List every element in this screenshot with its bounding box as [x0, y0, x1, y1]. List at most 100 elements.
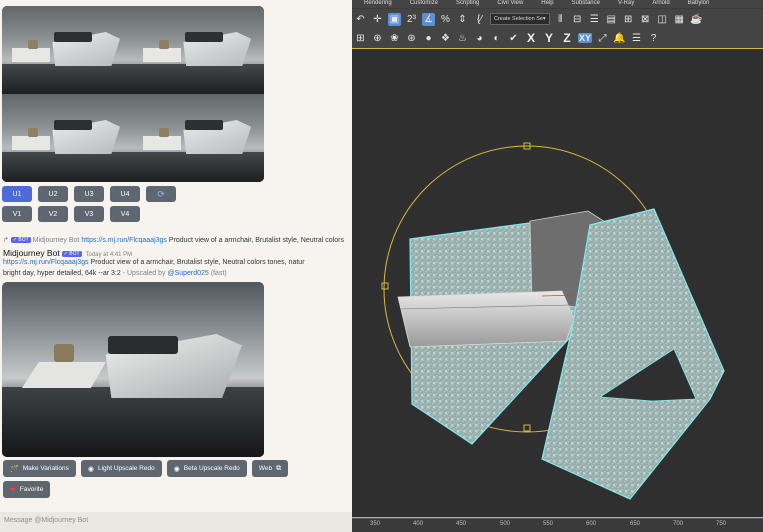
reply-arrow-icon: ↱	[3, 237, 11, 244]
ruler-tick: 700	[673, 521, 684, 527]
beta-upscale-redo-button[interactable]: ◉ Beta Upscale Redo	[166, 460, 247, 477]
bot-badge: ✓ BOT	[10, 237, 31, 243]
gizmo-handle-bottom	[523, 424, 531, 432]
angle-snap-icon[interactable]: ∡	[422, 12, 435, 26]
axis-z-button[interactable]: Z	[560, 31, 574, 45]
align-icon[interactable]: ⊟	[571, 13, 584, 26]
reroll-button[interactable]: ⟳	[146, 186, 176, 202]
object-paint-icon[interactable]: ●	[422, 32, 435, 45]
menu-customize[interactable]: Customize	[410, 0, 438, 8]
v4-button[interactable]: V4	[110, 206, 140, 222]
prompt-link[interactable]: https://s.mj.run/Flcqaaaj3gs	[3, 259, 89, 266]
move-icon[interactable]: ✛	[371, 13, 384, 26]
freeform-icon[interactable]: ❀	[388, 32, 401, 45]
ruler-tick: 350	[370, 521, 381, 527]
timestamp: Today at 4:41 PM	[85, 252, 133, 258]
scene-explorer-icon[interactable]: ☰	[588, 13, 601, 26]
light-upscale-label: Light Upscale Redo	[97, 465, 155, 472]
grid-image-2	[133, 6, 264, 94]
perspective-viewport[interactable]	[352, 48, 763, 518]
menu-substance[interactable]: Substance	[572, 0, 600, 8]
favorite-row: ❤ Favorite	[3, 481, 51, 498]
vray-icon[interactable]: ◕	[473, 32, 486, 45]
mirror-icon[interactable]: ⫴	[554, 13, 567, 26]
render-setup-icon[interactable]: ▦	[673, 13, 686, 26]
ref-link[interactable]: https://s.mj.run/Flcqaaaj3gs	[81, 237, 167, 244]
time-ruler[interactable]: 350 400 450 500 550 600 650 700 750	[352, 518, 763, 532]
menu-help[interactable]: Help	[541, 0, 553, 8]
message-input[interactable]: Message @Midjourney Bot	[0, 512, 352, 532]
reply-reference[interactable]: ↱ ✓ BOT Midjourney Bot https://s.mj.run/F…	[3, 236, 344, 244]
menu-arnold[interactable]: Arnold	[652, 0, 669, 8]
vray-check-icon[interactable]: ✔	[507, 32, 520, 45]
teapot-icon[interactable]: ♨	[456, 32, 469, 45]
v3-button[interactable]: V3	[74, 206, 104, 222]
gizmo-handle-left	[381, 282, 389, 290]
u3-button[interactable]: U3	[74, 186, 104, 202]
menu-vray[interactable]: V-Ray	[618, 0, 634, 8]
heart-icon: ❤	[10, 486, 16, 494]
author-bot-badge: ✓ BOT	[61, 251, 82, 257]
favorite-button[interactable]: ❤ Favorite	[3, 481, 51, 498]
schematic-icon[interactable]: ⊠	[639, 13, 652, 26]
snap-icon[interactable]: 2³	[405, 13, 418, 26]
message-line-2: bright day, hyper detailed, 64k --ar 3:2…	[3, 270, 227, 277]
discord-panel: U1 U2 U3 U4 ⟳ V1 V2 V3 V4 ↱ ✓ BOT Midjour…	[0, 0, 352, 532]
axis-x-button[interactable]: X	[524, 31, 538, 45]
ruler-tick: 550	[543, 521, 554, 527]
ref-bot-name: Midjourney Bot	[32, 237, 80, 244]
action-row: 🪄 Make Variations ◉ Light Upscale Redo ◉ Be…	[3, 460, 289, 477]
curve-editor-icon[interactable]: ⊞	[622, 13, 635, 26]
light-icon[interactable]: 🔔	[613, 32, 626, 45]
menu-rendering[interactable]: Rendering	[364, 0, 392, 8]
menu-scripting[interactable]: Scripting	[456, 0, 479, 8]
graphite-icon[interactable]: ⊞	[354, 32, 367, 45]
variation-row: V1 V2 V3 V4	[2, 206, 140, 222]
spinner-snap-icon[interactable]: ⇕	[456, 13, 469, 26]
upscaled-image[interactable]	[2, 282, 264, 457]
select-object-icon[interactable]: ▣	[388, 12, 401, 26]
user-mention[interactable]: @Superd025	[167, 270, 208, 277]
menu-bar: Rendering Customize Scripting Civil View…	[352, 0, 763, 8]
3ds-max-window: Rendering Customize Scripting Civil View…	[352, 0, 763, 532]
selection-set-label: Create Selection Se	[494, 16, 543, 22]
u2-button[interactable]: U2	[38, 186, 68, 202]
render-icon[interactable]: ☕	[690, 13, 703, 26]
u1-button[interactable]: U1	[2, 186, 32, 202]
web-label: Web	[258, 465, 273, 472]
main-toolbar: ↶ ✛ ▣ 2³ ∡ % ⇕ {⁄ Create Selection Se ▾ …	[352, 9, 763, 29]
populate-icon[interactable]: ❖	[439, 32, 452, 45]
ruler-tick: 400	[413, 521, 424, 527]
refresh-icon: ⟳	[157, 188, 165, 199]
percent-snap-icon[interactable]: %	[439, 13, 452, 26]
layer-icon[interactable]: ▤	[605, 13, 618, 26]
web-button[interactable]: Web ⧉	[251, 460, 289, 477]
menu-civil-view[interactable]: Civil View	[497, 0, 523, 8]
selection-set-dropdown[interactable]: Create Selection Se ▾	[490, 13, 550, 25]
modeling-icon[interactable]: ⊕	[371, 32, 384, 45]
ruler-tick: 600	[586, 521, 597, 527]
make-variations-label: Make Variations	[22, 465, 69, 472]
undo-icon[interactable]: ↶	[354, 13, 367, 26]
material-editor-icon[interactable]: ◫	[656, 13, 669, 26]
named-sets-icon[interactable]: {⁄	[473, 13, 486, 26]
help-icon[interactable]: ?	[647, 32, 660, 45]
beta-upscale-label: Beta Upscale Redo	[183, 465, 240, 472]
axis-cycle-icon[interactable]: ⤢	[596, 32, 609, 45]
axis-y-button[interactable]: Y	[542, 31, 556, 45]
selection-icon[interactable]: ⊛	[405, 32, 418, 45]
image-grid[interactable]	[2, 6, 264, 182]
v1-button[interactable]: V1	[2, 206, 32, 222]
speed-label: (fast)	[210, 270, 227, 277]
menu-babylon[interactable]: Babylon	[688, 0, 710, 8]
list-icon[interactable]: ☰	[630, 32, 643, 45]
ruler-tick: 500	[500, 521, 511, 527]
make-variations-button[interactable]: 🪄 Make Variations	[3, 460, 76, 477]
author-name[interactable]: Midjourney Bot	[3, 248, 60, 258]
u4-button[interactable]: U4	[110, 186, 140, 202]
v2-button[interactable]: V2	[38, 206, 68, 222]
axis-xy-button[interactable]: XY	[578, 33, 592, 43]
light-upscale-redo-button[interactable]: ◉ Light Upscale Redo	[80, 460, 162, 477]
vray-frame-icon[interactable]: ◐	[490, 32, 503, 45]
external-link-icon: ⧉	[276, 464, 282, 472]
